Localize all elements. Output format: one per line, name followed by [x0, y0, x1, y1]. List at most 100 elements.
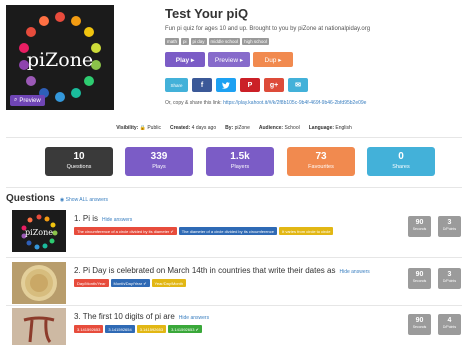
- time-badge: 90 Seconds: [408, 314, 431, 335]
- question-row[interactable]: 2. Pi Day is celebrated on March 14th in…: [6, 262, 464, 310]
- tag[interactable]: pi day: [190, 38, 207, 45]
- meta-author[interactable]: piZone: [235, 125, 250, 131]
- hide-answers-link[interactable]: Hide answers: [179, 315, 209, 321]
- meta-visibility: Public: [147, 125, 161, 131]
- points-value: 3: [447, 271, 452, 278]
- question-row[interactable]: piZone 1. Pi is Hide answers The circumf…: [6, 210, 464, 258]
- answer-option: Year/Day/Month: [151, 279, 187, 287]
- pi-symbol-photo: [12, 308, 66, 345]
- quiz-description: Fun pi quiz for ages 10 and up. Brought …: [165, 26, 371, 32]
- hide-answers-link[interactable]: Hide answers: [102, 217, 132, 223]
- question-text: 2. Pi Day is celebrated on March 14th in…: [74, 266, 336, 275]
- stat-value: 0: [398, 151, 404, 162]
- pie-photo: [12, 262, 66, 304]
- stat-questions: 10 Questions: [45, 147, 113, 176]
- duplicate-button[interactable]: Dup ▸: [253, 52, 293, 67]
- show-all-answers-link[interactable]: ◉ Show ALL answers: [60, 197, 108, 203]
- question-thumbnail: piZone: [12, 210, 66, 252]
- meta-created: 4 days ago: [191, 125, 217, 131]
- quiz-title: Test Your piQ: [165, 6, 249, 21]
- share-buttons: Share f P g+ ✉: [165, 78, 308, 92]
- time-label: Seconds: [412, 227, 427, 231]
- cover-preview-button[interactable]: ⌕ Preview: [10, 95, 45, 106]
- meta-language: English: [335, 125, 352, 131]
- answer-list: Day/Month/Year Month/Day/Year ✔ Year/Day…: [74, 279, 344, 287]
- share-link[interactable]: https://play.kahoot.it/#/k/2f8b105c-9b4f…: [223, 100, 366, 106]
- quiz-actions: Play ▸ Preview ▸ Dup ▸: [165, 52, 293, 67]
- email-share-button[interactable]: ✉: [288, 78, 308, 92]
- tag[interactable]: high school: [242, 38, 269, 45]
- points-badge: 4 D/Points: [438, 314, 461, 335]
- twitter-share-button[interactable]: [216, 78, 236, 92]
- answer-option: It varies from circle to circle: [279, 227, 334, 235]
- points-value: 4: [447, 317, 452, 324]
- question-thumbnail: [12, 262, 66, 304]
- divider: [6, 305, 462, 306]
- time-value: 90: [415, 317, 424, 324]
- stat-favourites: 73 Favourites: [287, 147, 355, 176]
- quiz-cover-image[interactable]: piZone ⌕ Preview: [6, 5, 114, 110]
- lock-icon: 🔒: [139, 125, 146, 131]
- facebook-share-button[interactable]: f: [192, 78, 212, 92]
- points-label: D/Points: [442, 279, 457, 283]
- answer-option: 3.141592654: [105, 325, 135, 333]
- tag[interactable]: middle school: [208, 38, 241, 45]
- tag[interactable]: math: [165, 38, 180, 45]
- preview-button[interactable]: Preview ▸: [208, 52, 250, 67]
- stat-plays: 339 Plays: [125, 147, 193, 176]
- answer-list: 3.141592653 3.141592654 3.141592653 3.14…: [74, 325, 344, 333]
- question-thumbnail: [12, 308, 66, 345]
- stat-players: 1.5k Players: [206, 147, 274, 176]
- answer-option: 3.141592653: [136, 325, 167, 333]
- mail-icon: ✉: [295, 82, 301, 89]
- stat-label: Shares: [392, 164, 410, 170]
- googleplus-icon: g+: [269, 81, 279, 89]
- share-link-line: Or, copy & share this link: https://play…: [165, 100, 366, 106]
- answer-option: 3.141592653 ✔: [168, 325, 202, 333]
- cover-preview-label: Preview: [19, 97, 41, 104]
- pinterest-share-button[interactable]: P: [240, 78, 260, 92]
- hide-answers-link[interactable]: Hide answers: [339, 269, 369, 275]
- share-button[interactable]: Share: [165, 78, 188, 92]
- points-badge: 3 D/Points: [438, 216, 461, 237]
- question-row[interactable]: 3. The first 10 digits of pi are Hide an…: [6, 308, 464, 345]
- answer-option: Day/Month/Year: [74, 279, 109, 287]
- time-badge: 90 Seconds: [408, 216, 431, 237]
- twitter-icon: [222, 81, 230, 89]
- points-label: D/Points: [442, 325, 457, 329]
- time-label: Seconds: [412, 279, 427, 283]
- play-button[interactable]: Play ▸: [165, 52, 205, 67]
- stat-label: Players: [230, 164, 250, 170]
- tag[interactable]: pi: [181, 38, 189, 45]
- meta-audience-label: Audience:: [258, 125, 284, 131]
- answer-option: Month/Day/Year ✔: [110, 279, 150, 287]
- stat-value: 1.5k: [230, 151, 250, 162]
- points-label: D/Points: [442, 227, 457, 231]
- quiz-meta: Visibility: 🔒 Public Created: 4 days ago…: [0, 125, 468, 131]
- pi-dots-graphic: piZone: [21, 214, 58, 250]
- meta-created-label: Created:: [169, 125, 191, 131]
- time-badge: 90 Seconds: [408, 268, 431, 289]
- svg-text:piZone: piZone: [25, 228, 53, 237]
- answer-option: 3.141592653: [74, 325, 104, 333]
- time-value: 90: [415, 271, 424, 278]
- divider: [6, 257, 462, 258]
- stat-label: Questions: [66, 164, 92, 170]
- cover-logo-text: piZone: [26, 49, 94, 71]
- meta-audience: School: [284, 125, 300, 131]
- googleplus-share-button[interactable]: g+: [264, 78, 284, 92]
- facebook-icon: f: [200, 81, 204, 89]
- answer-list: The circumference of a circle divided by…: [74, 227, 344, 235]
- divider: [6, 137, 462, 138]
- stat-shares: 0 Shares: [367, 147, 435, 176]
- question-text: 1. Pi is: [74, 214, 99, 223]
- quiz-tags: math pi pi day middle school high school: [165, 38, 269, 45]
- show-all-answers-label: Show ALL answers: [65, 197, 109, 203]
- stat-label: Favourites: [308, 164, 334, 170]
- meta-language-label: Language:: [308, 125, 335, 131]
- share-link-label: Or, copy & share this link:: [165, 100, 222, 106]
- questions-title: Questions: [6, 193, 55, 204]
- answer-option: The circumference of a circle divided by…: [74, 227, 177, 235]
- points-value: 3: [447, 219, 452, 226]
- answer-option: The diameter of a circle divided by its …: [178, 227, 277, 235]
